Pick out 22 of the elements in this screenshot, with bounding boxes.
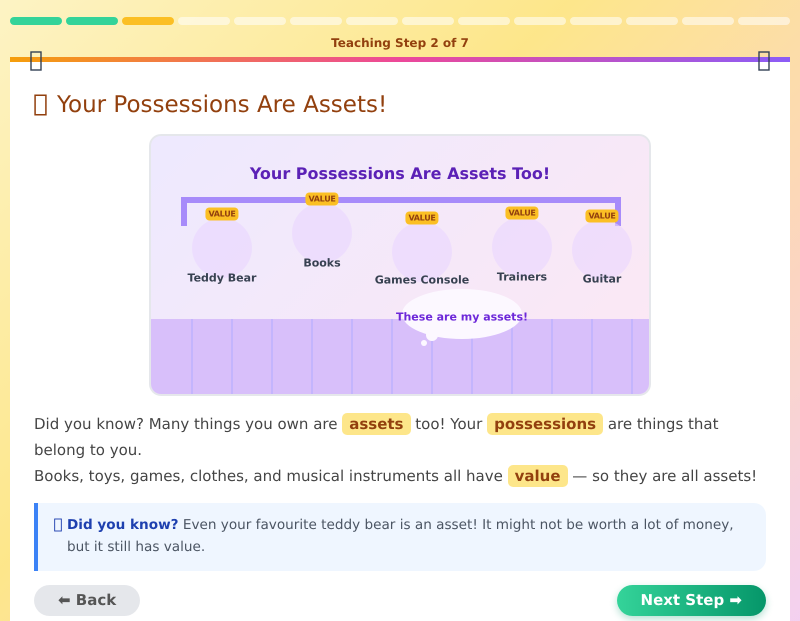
value-badge: VALUE	[585, 210, 619, 222]
bubble-text: These are my assets!	[396, 310, 528, 324]
scene-title: Your Possessions Are Assets Too!	[248, 164, 552, 183]
item-label: Guitar	[582, 272, 622, 286]
missing-glyph-icon	[30, 51, 42, 71]
lesson-paragraph: Did you know? Many things you own are assets too! Your possessions are things that belong to you.	[34, 412, 720, 461]
step-label: Teaching Step 2 of 7	[330, 36, 470, 52]
item-label: Books	[303, 256, 341, 270]
item-label: Games Console	[374, 274, 470, 286]
item-label: Trainers	[496, 270, 548, 284]
value-badge: VALUE	[405, 212, 439, 224]
missing-glyph-icon	[54, 518, 62, 532]
missing-glyph-icon	[34, 94, 47, 116]
missing-glyph-icon	[758, 51, 770, 71]
back-button[interactable]: ⬅ Back	[34, 585, 140, 616]
item-label: Teddy Bear	[188, 272, 256, 284]
value-badge: VALUE	[505, 206, 539, 220]
value-badge: VALUE	[305, 192, 339, 206]
lesson-title: Your Possessions Are Assets!	[57, 92, 388, 118]
tip-text: Did you know? Even your favourite teddy bear is an asset! It might not be worth a lot of money, but it still has value.	[67, 516, 735, 557]
lesson-paragraph: Books, toys, games, clothes, and musical instruments all have value — so they are all assets!	[34, 464, 758, 489]
value-badge: VALUE	[205, 208, 239, 220]
